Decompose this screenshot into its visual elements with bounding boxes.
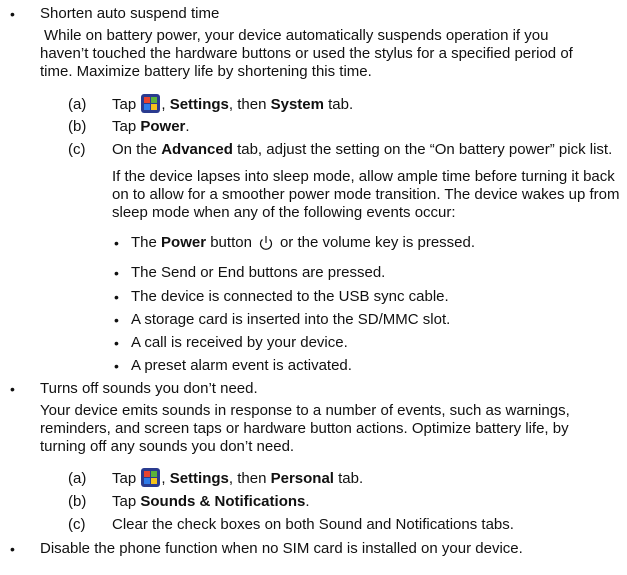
step-tap-settings-personal: Tap , Settings, then Personal tab.	[112, 468, 364, 487]
step-text-part: tab.	[338, 470, 364, 487]
windows-start-icon	[141, 468, 161, 487]
list-item: A storage card is inserted into the SD/M…	[131, 311, 451, 328]
bullet-dot: •	[114, 235, 119, 251]
step-text-part: tab.	[328, 96, 354, 113]
section-title-disable-phone: Disable the phone function when no SIM c…	[40, 540, 523, 557]
bullet-dot: •	[114, 265, 119, 281]
step-bold-text: Sounds & Notifications	[140, 493, 306, 510]
bullet-dot: •	[114, 289, 119, 305]
list-item: A call is received by your device.	[131, 334, 348, 351]
step-text-part: Tap	[112, 493, 137, 510]
step-label: (a)	[68, 470, 87, 487]
step-bold-text: Personal	[270, 470, 334, 487]
step-bold-text: Settings	[169, 96, 229, 113]
paragraph-line: haven’t touched the hardware buttons or …	[40, 45, 573, 62]
section-title-auto-suspend: Shorten auto suspend time	[40, 5, 220, 22]
step-tap-sounds-notifications: Tap Sounds & Notifications.	[112, 493, 310, 511]
step-bold-text: Power	[140, 118, 186, 135]
list-item: The device is connected to the USB sync …	[131, 288, 449, 305]
paragraph-line: time. Maximize battery life by shortenin…	[40, 63, 372, 80]
bullet-dot: •	[10, 541, 15, 557]
step-text-part: .	[185, 118, 190, 135]
list-bold-text: Power	[161, 234, 207, 251]
list-item: A preset alarm event is activated.	[131, 357, 352, 374]
step-label: (a)	[68, 96, 87, 113]
bullet-dot: •	[10, 381, 15, 397]
list-text-part: The	[131, 234, 157, 251]
section-title-sounds: Turns off sounds you don’t need.	[40, 380, 258, 397]
step-text-part: , then	[228, 470, 267, 487]
step-bold-text: Settings	[169, 470, 229, 487]
paragraph-line: If the device lapses into sleep mode, al…	[112, 168, 615, 185]
step-label: (b)	[68, 493, 87, 510]
bullet-dot: •	[114, 358, 119, 374]
step-label: (c)	[68, 516, 86, 533]
step-text-part: Tap	[112, 118, 137, 135]
paragraph-line: on to allow for a smoother power mode tr…	[112, 186, 620, 203]
list-item: The Send or End buttons are pressed.	[131, 264, 386, 281]
paragraph-line: While on battery power, your device auto…	[44, 27, 549, 44]
step-text-part: Tap	[112, 470, 137, 487]
paragraph-line: Your device emits sounds in response to …	[40, 402, 570, 419]
step-clear-check-boxes: Clear the check boxes on both Sound and …	[112, 516, 514, 533]
step-text-part: , then	[228, 96, 267, 113]
bullet-dot: •	[114, 335, 119, 351]
paragraph-line: turning off any sounds you don’t need.	[40, 438, 295, 455]
step-label: (b)	[68, 118, 87, 135]
step-tap-settings-system: Tap , Settings, then System tab.	[112, 94, 354, 113]
windows-start-icon	[141, 94, 161, 113]
step-text-part: .	[305, 493, 310, 510]
power-icon	[258, 234, 274, 256]
list-item: The Power button or the volume key is pre…	[131, 234, 475, 256]
step-advanced-tab: On the Advanced tab, adjust the setting …	[112, 141, 612, 159]
step-tap-power: Tap Power.	[112, 118, 190, 136]
step-text-part: On the	[112, 141, 158, 158]
paragraph-line: sleep mode when any of the following eve…	[112, 204, 456, 221]
step-bold-text: Advanced	[161, 141, 233, 158]
step-text-part: Tap	[112, 96, 137, 113]
step-text-part: tab, adjust the setting on the “On batte…	[237, 141, 613, 158]
step-bold-text: System	[270, 96, 324, 113]
bullet-dot: •	[114, 312, 119, 328]
bullet-dot: •	[10, 6, 15, 22]
list-text-part: button	[210, 234, 252, 251]
step-label: (c)	[68, 141, 86, 158]
list-text-part: or the volume key is pressed.	[279, 234, 476, 251]
paragraph-line: reminders, and screen taps or hardware b…	[40, 420, 569, 437]
